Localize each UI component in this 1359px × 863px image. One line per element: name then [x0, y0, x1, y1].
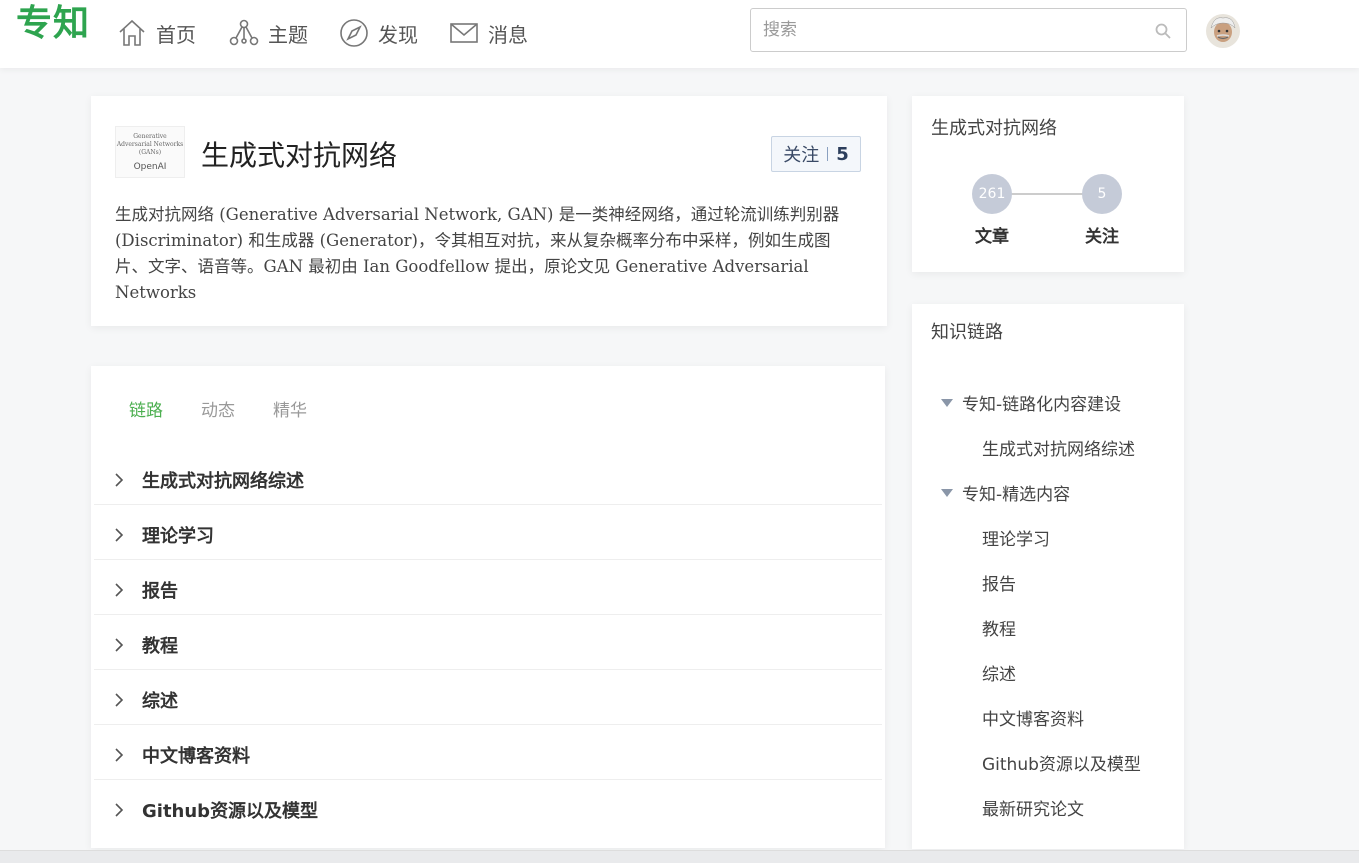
topic-thumbnail: Generative Adversarial Networks (GANs) O… [115, 126, 185, 178]
tree-group-label: 专知-链路化内容建设 [962, 395, 1122, 415]
triangle-down-icon [941, 398, 953, 407]
chevron-right-icon [115, 747, 124, 762]
nav-topic[interactable]: 主题 [228, 14, 308, 52]
chain-row-label: 报告 [142, 580, 178, 602]
tree-leaf[interactable]: 生成式对抗网络综述 [982, 435, 1135, 460]
topic-stats-card: 生成式对抗网络 261 5 文章 关注 [912, 96, 1184, 272]
follows-count-badge[interactable]: 5 [1082, 174, 1122, 214]
chain-row-label: Github资源以及模型 [142, 801, 319, 822]
chevron-right-icon [115, 803, 124, 817]
mail-icon [450, 23, 478, 43]
articles-count-badge[interactable]: 261 [972, 174, 1012, 214]
tree-leaf[interactable]: 最新研究论文 [982, 795, 1084, 820]
tree-leaf[interactable]: 中文博客资料 [982, 705, 1084, 730]
chain-row-label: 中文博客资料 [142, 745, 250, 767]
content-tabs: 链路 动态 精华 [129, 396, 307, 421]
thumbnail-text: Generative Adversarial Networks (GANs) [116, 133, 184, 156]
tree-leaf[interactable]: 综述 [982, 660, 1016, 685]
chain-list-card: 链路 动态 精华 生成式对抗网络综述 理论学习 报告 教程 综述 中文博客资料 … [91, 366, 885, 848]
chevron-right-icon [115, 527, 124, 542]
topic-description: 生成对抗网络 (Generative Adversarial Network, … [115, 205, 840, 302]
topic-header-card: Generative Adversarial Networks (GANs) O… [91, 96, 887, 326]
nav-messages[interactable]: 消息 [448, 14, 528, 52]
tree-group[interactable]: 专知-精选内容 [940, 480, 1070, 505]
nav-messages-label: 消息 [488, 22, 528, 47]
chevron-right-icon [115, 582, 124, 597]
compass-icon [340, 19, 368, 47]
search-box [750, 8, 1187, 52]
tree-leaf[interactable]: Github资源以及模型 [982, 750, 1141, 775]
top-navbar: 专知 首页 主题 发现 消息 [0, 0, 1359, 68]
search-input[interactable] [763, 17, 1143, 43]
site-logo[interactable]: 专知 [16, 2, 90, 46]
tree-group[interactable]: 专知-链路化内容建设 [940, 390, 1121, 415]
knowledge-tree-card: 知识链路 专知-链路化内容建设 生成式对抗网络综述 专知-精选内容 理论学习 报… [912, 304, 1184, 849]
chevron-right-icon [115, 637, 124, 652]
chain-row[interactable]: Github资源以及模型 [94, 785, 882, 835]
tree-group-label: 专知-精选内容 [962, 485, 1071, 505]
stats-title: 生成式对抗网络 [931, 118, 1057, 139]
chain-row-label: 综述 [142, 690, 178, 712]
user-avatar[interactable] [1206, 14, 1240, 48]
chain-row[interactable]: 综述 [94, 675, 882, 725]
bottom-scrollbar[interactable] [0, 850, 1359, 863]
topic-graph-icon [229, 19, 259, 46]
articles-label: 文章 [975, 227, 1009, 247]
chain-row[interactable]: 生成式对抗网络综述 [94, 455, 882, 505]
chevron-right-icon [115, 692, 124, 707]
tab-chain[interactable]: 链路 [129, 396, 163, 421]
topic-title: 生成式对抗网络 [201, 139, 398, 172]
tab-featured[interactable]: 精华 [273, 396, 307, 421]
tree-leaf[interactable]: 报告 [982, 570, 1016, 595]
follow-button[interactable]: 关注 5 [771, 136, 861, 172]
chain-row-label: 教程 [142, 635, 178, 657]
home-icon [119, 19, 145, 46]
follow-label: 关注 [783, 145, 820, 166]
nav-topic-label: 主题 [268, 22, 308, 47]
nav-home[interactable]: 首页 [116, 14, 196, 52]
knowledge-tree-title: 知识链路 [931, 322, 1003, 343]
follows-label: 关注 [1085, 227, 1119, 247]
chain-row-label: 理论学习 [142, 525, 214, 547]
chain-row[interactable]: 报告 [94, 565, 882, 615]
chain-row-label: 生成式对抗网络综述 [142, 470, 304, 492]
follow-count: 5 [836, 143, 849, 165]
triangle-down-icon [941, 488, 953, 497]
nav-discover-label: 发现 [378, 22, 418, 47]
tree-leaf[interactable]: 教程 [982, 615, 1016, 640]
thumbnail-brand: OpenAI [133, 162, 167, 172]
follow-divider [827, 147, 829, 161]
chain-row[interactable]: 中文博客资料 [94, 730, 882, 780]
tab-activity[interactable]: 动态 [201, 396, 235, 421]
tree-leaf[interactable]: 理论学习 [982, 525, 1050, 550]
search-icon[interactable] [1154, 22, 1172, 40]
nav-discover[interactable]: 发现 [338, 14, 418, 52]
chain-row[interactable]: 教程 [94, 620, 882, 670]
chain-row[interactable]: 理论学习 [94, 510, 882, 560]
chevron-right-icon [115, 472, 124, 487]
nav-home-label: 首页 [156, 22, 196, 47]
